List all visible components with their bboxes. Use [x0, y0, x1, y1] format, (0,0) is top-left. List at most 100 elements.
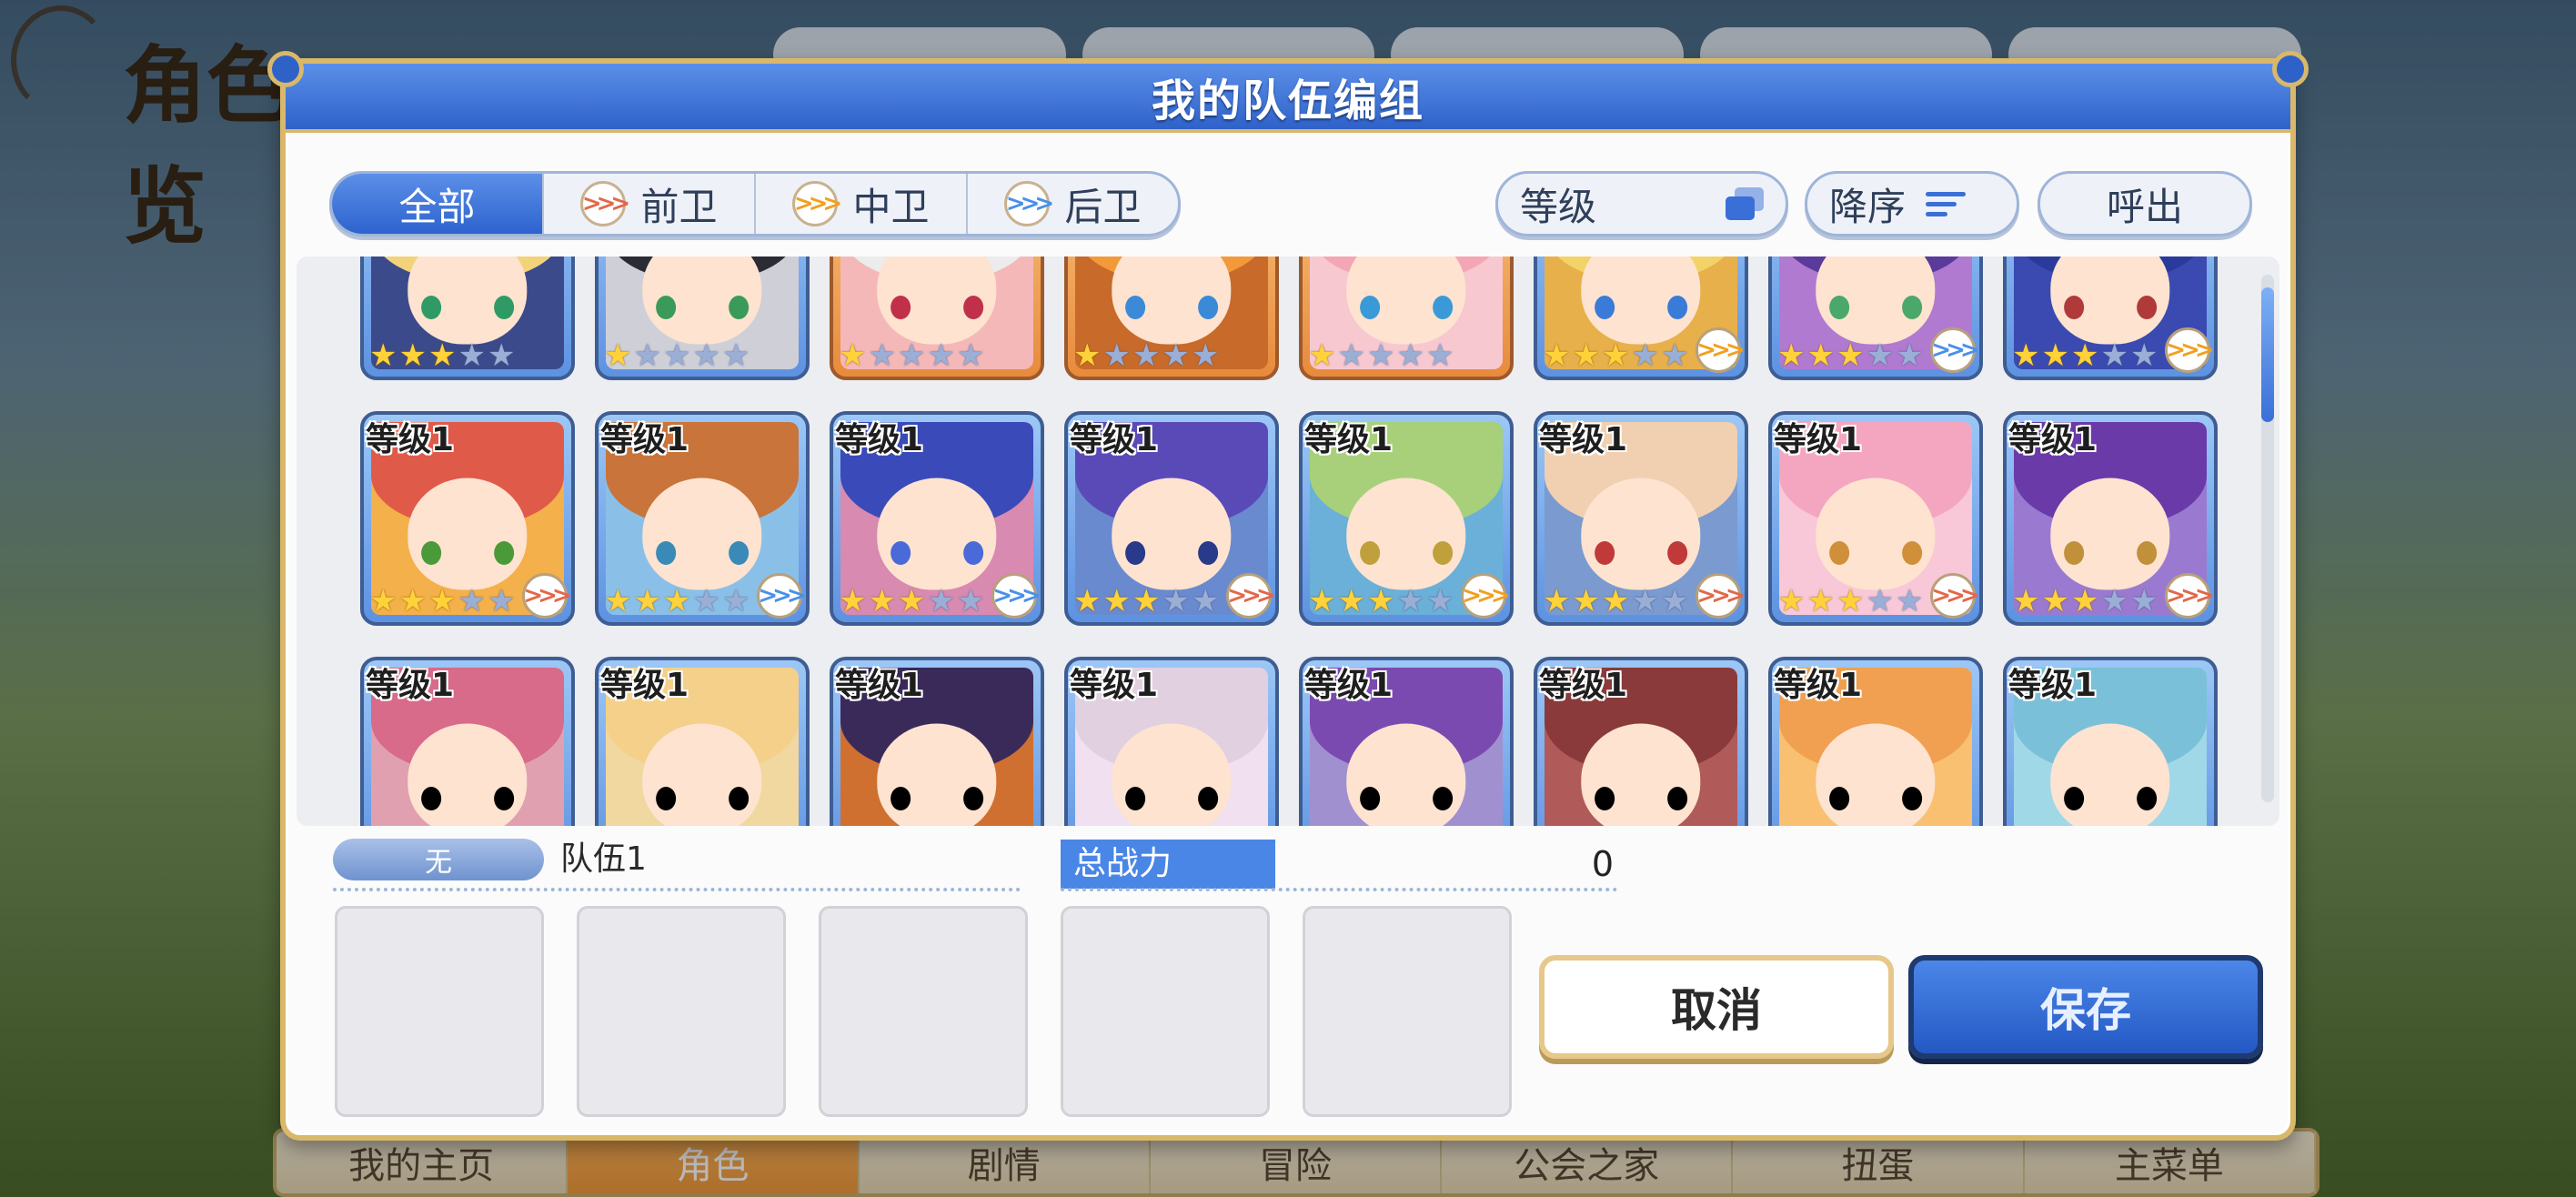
star-icon: ★	[1895, 583, 1924, 619]
character-card[interactable]: 等级41★★★★★	[1299, 256, 1514, 380]
portrait-eyes	[1829, 541, 1922, 566]
role-filter-tabs: 全部 >>> 前卫 >>> 中卫 >>> 后卫	[329, 171, 1181, 236]
team-name: 队伍1	[560, 840, 647, 878]
star-icon: ★	[458, 337, 486, 374]
character-card[interactable]: 等级1★★★★★>>>	[1534, 256, 1748, 380]
character-card[interactable]: 等级1★★★★★>>>	[2003, 411, 2218, 626]
character-card[interactable]: 等级47★★★★★	[360, 256, 575, 380]
portrait-eyes	[891, 541, 983, 566]
tab-filter[interactable]: >>> 中卫	[756, 174, 968, 234]
team-slot[interactable]	[577, 906, 786, 1117]
team-slot[interactable]	[1303, 906, 1512, 1117]
star-icon: ★	[487, 337, 516, 374]
portrait-eyes	[2064, 296, 2157, 320]
character-card[interactable]: 等级1★★★★★>>>	[2003, 256, 2218, 380]
team-slot[interactable]	[1061, 906, 1270, 1117]
character-card[interactable]: 等级1	[1768, 657, 1983, 826]
sort-field-dropdown[interactable]: 等级	[1495, 171, 1788, 236]
character-card[interactable]: 等级1★★★★★>>>	[595, 411, 810, 626]
front-role-icon: >>>	[522, 573, 572, 619]
character-card[interactable]: 等级41★★★★★	[830, 256, 1044, 380]
middle-role-icon: >>>	[1696, 327, 1746, 373]
character-card[interactable]: 等级1	[830, 657, 1044, 826]
star-icon: ★	[2012, 337, 2040, 374]
star-icon: ★	[692, 337, 720, 374]
team-tag-badge[interactable]: 无	[333, 839, 544, 880]
character-card[interactable]: 等级1★★★★★>>>	[1299, 411, 1514, 626]
character-card[interactable]: 等级1★★★★★>>>	[1768, 256, 1983, 380]
character-card[interactable]: 等级1★★★★★>>>	[1534, 411, 1748, 626]
star-icon: ★	[927, 337, 955, 374]
middle-role-icon: >>>	[792, 181, 842, 226]
star-icon: ★	[2070, 583, 2099, 619]
star-icon: ★	[1601, 337, 1630, 374]
star-icon: ★	[633, 337, 661, 374]
character-card[interactable]: 等级1★★★★★>>>	[830, 411, 1044, 626]
corner-ornament-icon	[267, 51, 304, 87]
star-icon: ★	[2129, 583, 2158, 619]
star-icon: ★	[839, 337, 867, 374]
star-icon: ★	[1866, 583, 1894, 619]
star-rating: ★ ★ ★ ★ ★	[839, 586, 984, 617]
team-slot[interactable]	[335, 906, 544, 1117]
character-card[interactable]: 等级1★★★★★>>>	[360, 411, 575, 626]
star-icon: ★	[487, 583, 516, 619]
star-icon: ★	[604, 337, 632, 374]
star-rating: ★ ★ ★ ★ ★	[369, 586, 515, 617]
star-icon: ★	[2041, 583, 2069, 619]
portrait-eyes	[2064, 787, 2157, 811]
star-rating: ★ ★ ★ ★ ★	[839, 340, 984, 371]
back-role-icon: >>>	[1004, 181, 1054, 226]
sort-order-button[interactable]: 降序	[1805, 171, 2019, 236]
save-button[interactable]: 保存	[1908, 955, 2263, 1059]
grid-scrollbar[interactable]	[2261, 275, 2274, 802]
character-card[interactable]: 等级1★★★★★>>>	[1064, 411, 1279, 626]
star-icon: ★	[1073, 337, 1102, 374]
character-card[interactable]: 等级1	[1299, 657, 1514, 826]
portrait-eyes	[1125, 296, 1218, 320]
character-card[interactable]: 等级1	[360, 657, 575, 826]
star-icon: ★	[1102, 337, 1131, 374]
character-level: 等级1	[1070, 421, 1159, 458]
portrait-eyes	[656, 296, 749, 320]
character-card[interactable]: 等级41★★★★★	[1064, 256, 1279, 380]
character-level: 等级1	[835, 667, 924, 704]
team-edit-dialog: 我的队伍编组 全部 >>>前卫>>>中卫>>>后卫 等级 降序 呼出 等级47★★…	[267, 51, 2309, 1141]
recall-button[interactable]: 呼出	[2038, 171, 2252, 236]
portrait-face	[642, 478, 762, 590]
star-icon: ★	[1660, 337, 1689, 374]
star-icon: ★	[1102, 583, 1131, 619]
star-icon: ★	[1777, 337, 1806, 374]
tab-filter[interactable]: >>> 后卫	[968, 174, 1178, 234]
character-level: 等级1	[600, 421, 689, 458]
portrait-eyes	[1360, 296, 1453, 320]
cancel-button[interactable]: 取消	[1539, 955, 1894, 1059]
character-level: 等级1	[1774, 667, 1863, 704]
star-icon: ★	[1366, 337, 1395, 374]
tab-label: 全部	[398, 184, 476, 229]
tab-filter[interactable]: 全部	[332, 174, 544, 234]
star-rating: ★ ★ ★ ★ ★	[1777, 340, 1923, 371]
character-card[interactable]: 等级1	[1064, 657, 1279, 826]
star-icon: ★	[1425, 337, 1454, 374]
back-role-icon: >>>	[757, 573, 807, 619]
star-icon: ★	[721, 583, 750, 619]
corner-ornament-icon	[2272, 51, 2309, 87]
character-card[interactable]: 等级1	[1534, 657, 1748, 826]
character-card[interactable]: 等级1★★★★★>>>	[1768, 411, 1983, 626]
scrollbar-thumb[interactable]	[2261, 287, 2274, 422]
tab-filter[interactable]: >>> 前卫	[544, 174, 756, 234]
dialog-title: 我的队伍编组	[1151, 75, 1424, 126]
character-card[interactable]: 等级1	[2003, 657, 2218, 826]
back-role-icon: >>>	[1930, 327, 1980, 373]
character-card[interactable]: 等级47★★★★★	[595, 256, 810, 380]
portrait-eyes	[1829, 296, 1922, 320]
team-slot[interactable]	[819, 906, 1028, 1117]
star-rating: ★ ★ ★ ★ ★	[604, 340, 750, 371]
portrait-eyes	[1829, 787, 1922, 811]
total-power-label: 总战力	[1061, 840, 1275, 889]
star-icon: ★	[927, 583, 955, 619]
character-card[interactable]: 等级1	[595, 657, 810, 826]
portrait-face	[1112, 478, 1232, 590]
star-icon: ★	[1337, 583, 1365, 619]
